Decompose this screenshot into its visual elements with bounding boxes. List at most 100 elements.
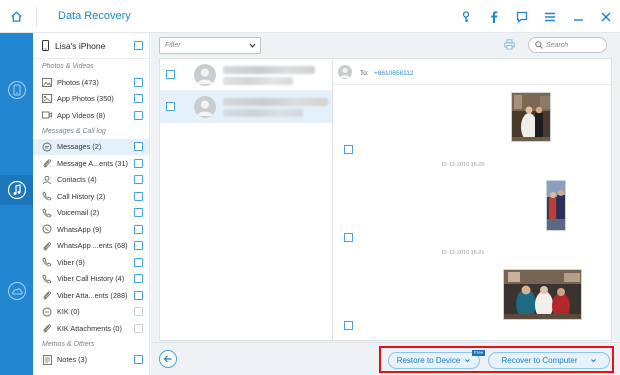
close-button[interactable] (592, 0, 620, 33)
contact-icon (42, 175, 52, 185)
avatar (194, 96, 216, 118)
message-photo[interactable] (503, 269, 582, 320)
message-checkbox[interactable] (344, 321, 353, 330)
category-messages[interactable]: Messages (2) (33, 138, 149, 155)
category-whatsapp-attachments[interactable]: WhatsApp ...ents (68) (33, 238, 149, 255)
home-button[interactable] (0, 0, 33, 33)
free-badge: Free (472, 350, 486, 356)
category-call-history[interactable]: Call History (2) (33, 188, 149, 205)
menu-icon (545, 12, 555, 21)
device-row[interactable]: Lisa's iPhone (33, 33, 149, 59)
category-viber[interactable]: Viber (9) (33, 254, 149, 271)
print-icon[interactable] (504, 39, 515, 50)
search-input[interactable]: Search (528, 37, 607, 53)
recipient-number: +8610658112 (374, 70, 414, 77)
category-checkbox[interactable] (134, 323, 143, 333)
rail-recover-from-device[interactable] (0, 75, 33, 105)
home-icon (11, 11, 22, 22)
main-area: Filter Search To: +8610658112 12-12-2016… (151, 33, 620, 375)
category-checkbox[interactable] (134, 110, 143, 120)
chevron-down-icon (249, 43, 256, 48)
facebook-icon (491, 10, 498, 23)
list-item[interactable] (160, 91, 332, 123)
call-icon (42, 274, 52, 284)
category-checkbox[interactable] (134, 290, 143, 300)
notes-icon (42, 354, 52, 365)
minimize-button[interactable] (564, 0, 592, 33)
app-title: Data Recovery (58, 10, 131, 22)
category-checkbox[interactable] (134, 307, 143, 317)
back-button[interactable] (159, 350, 177, 368)
category-whatsapp[interactable]: WhatsApp (9) (33, 221, 149, 238)
category-viber-attachments[interactable]: Viber Atta...ents (288) (33, 287, 149, 304)
message-timestamp: 12-12-2016 15:20 (441, 162, 485, 168)
music-sync-icon (7, 180, 26, 200)
category-label: Voicemail (2) (57, 208, 100, 218)
title-bar: Data Recovery (0, 0, 620, 33)
facebook-button[interactable] (480, 0, 508, 33)
rail-recover-from-itunes[interactable] (0, 175, 33, 205)
category-voicemail[interactable]: Voicemail (2) (33, 205, 149, 222)
category-kik[interactable]: KIK (0) (33, 304, 149, 321)
filter-dropdown[interactable]: Filter (159, 37, 261, 54)
key-button[interactable] (452, 0, 480, 33)
redacted-contact-name (223, 66, 315, 74)
category-viber-call-history[interactable]: Viber Call History (4) (33, 271, 149, 288)
category-photos[interactable]: Photos (473) (33, 74, 149, 91)
category-checkbox[interactable] (134, 94, 143, 104)
category-checkbox[interactable] (134, 77, 143, 87)
conversation-list (159, 58, 333, 341)
feedback-button[interactable] (508, 0, 536, 33)
list-item-checkbox[interactable] (166, 70, 175, 79)
category-checkbox[interactable] (134, 158, 143, 168)
group-memos-others: Memos & Others (42, 340, 95, 348)
category-checkbox[interactable] (134, 274, 143, 284)
message-icon (42, 142, 52, 152)
category-label: Viber Call History (4) (57, 274, 125, 284)
phone-recover-icon (7, 81, 26, 99)
category-checkbox[interactable] (134, 175, 143, 185)
category-label: Photos (473) (57, 77, 99, 87)
category-label: Viber (9) (57, 257, 85, 267)
message-checkbox[interactable] (344, 233, 353, 242)
category-label: App Videos (8) (57, 110, 106, 120)
category-checkbox[interactable] (134, 224, 143, 234)
mode-rail (0, 33, 33, 375)
message-photo[interactable] (546, 180, 566, 231)
category-label: WhatsApp (9) (57, 224, 102, 234)
minimize-icon (573, 18, 583, 21)
category-app-photos[interactable]: App Photos (350) (33, 91, 149, 108)
category-checkbox[interactable] (134, 191, 143, 201)
group-messages-call-log: Messages & Call log (42, 127, 106, 135)
list-item-checkbox[interactable] (166, 102, 175, 111)
category-checkbox[interactable] (134, 355, 143, 365)
category-contacts[interactable]: Contacts (4) (33, 172, 149, 189)
device-name: Lisa's iPhone (55, 40, 106, 51)
message-photo[interactable] (511, 92, 551, 142)
category-checkbox[interactable] (134, 208, 143, 218)
category-label: Call History (2) (57, 191, 106, 201)
redacted-contact-name (223, 98, 328, 106)
rail-recover-from-icloud[interactable] (0, 276, 33, 306)
message-checkbox[interactable] (344, 145, 353, 154)
category-label: Notes (3) (57, 355, 88, 365)
restore-to-device-button[interactable]: Restore to Device Free (388, 350, 486, 369)
category-checkbox[interactable] (134, 142, 143, 152)
menu-button[interactable] (536, 0, 564, 33)
category-notes[interactable]: Notes (3) (33, 352, 149, 369)
category-checkbox[interactable] (134, 241, 143, 251)
recover-to-computer-button[interactable]: Recover to Computer (488, 352, 610, 369)
category-checkbox[interactable] (134, 257, 143, 267)
chevron-down-icon (465, 359, 471, 363)
category-message-attachments[interactable]: Message A...ents (31) (33, 155, 149, 172)
category-app-videos[interactable]: App Videos (8) (33, 107, 149, 124)
attachment-icon (42, 158, 52, 168)
message-timestamp: 12-12-2016 15:21 (441, 250, 485, 256)
kik-icon (42, 307, 52, 317)
category-panel: Lisa's iPhone Photos & Videos Photos (47… (33, 33, 150, 375)
list-item[interactable] (160, 59, 332, 91)
category-kik-attachments[interactable]: KIK Attachments (0) (33, 320, 149, 337)
cloud-icon (7, 282, 26, 300)
voicemail-icon (42, 208, 52, 218)
select-all-checkbox[interactable] (134, 41, 143, 50)
